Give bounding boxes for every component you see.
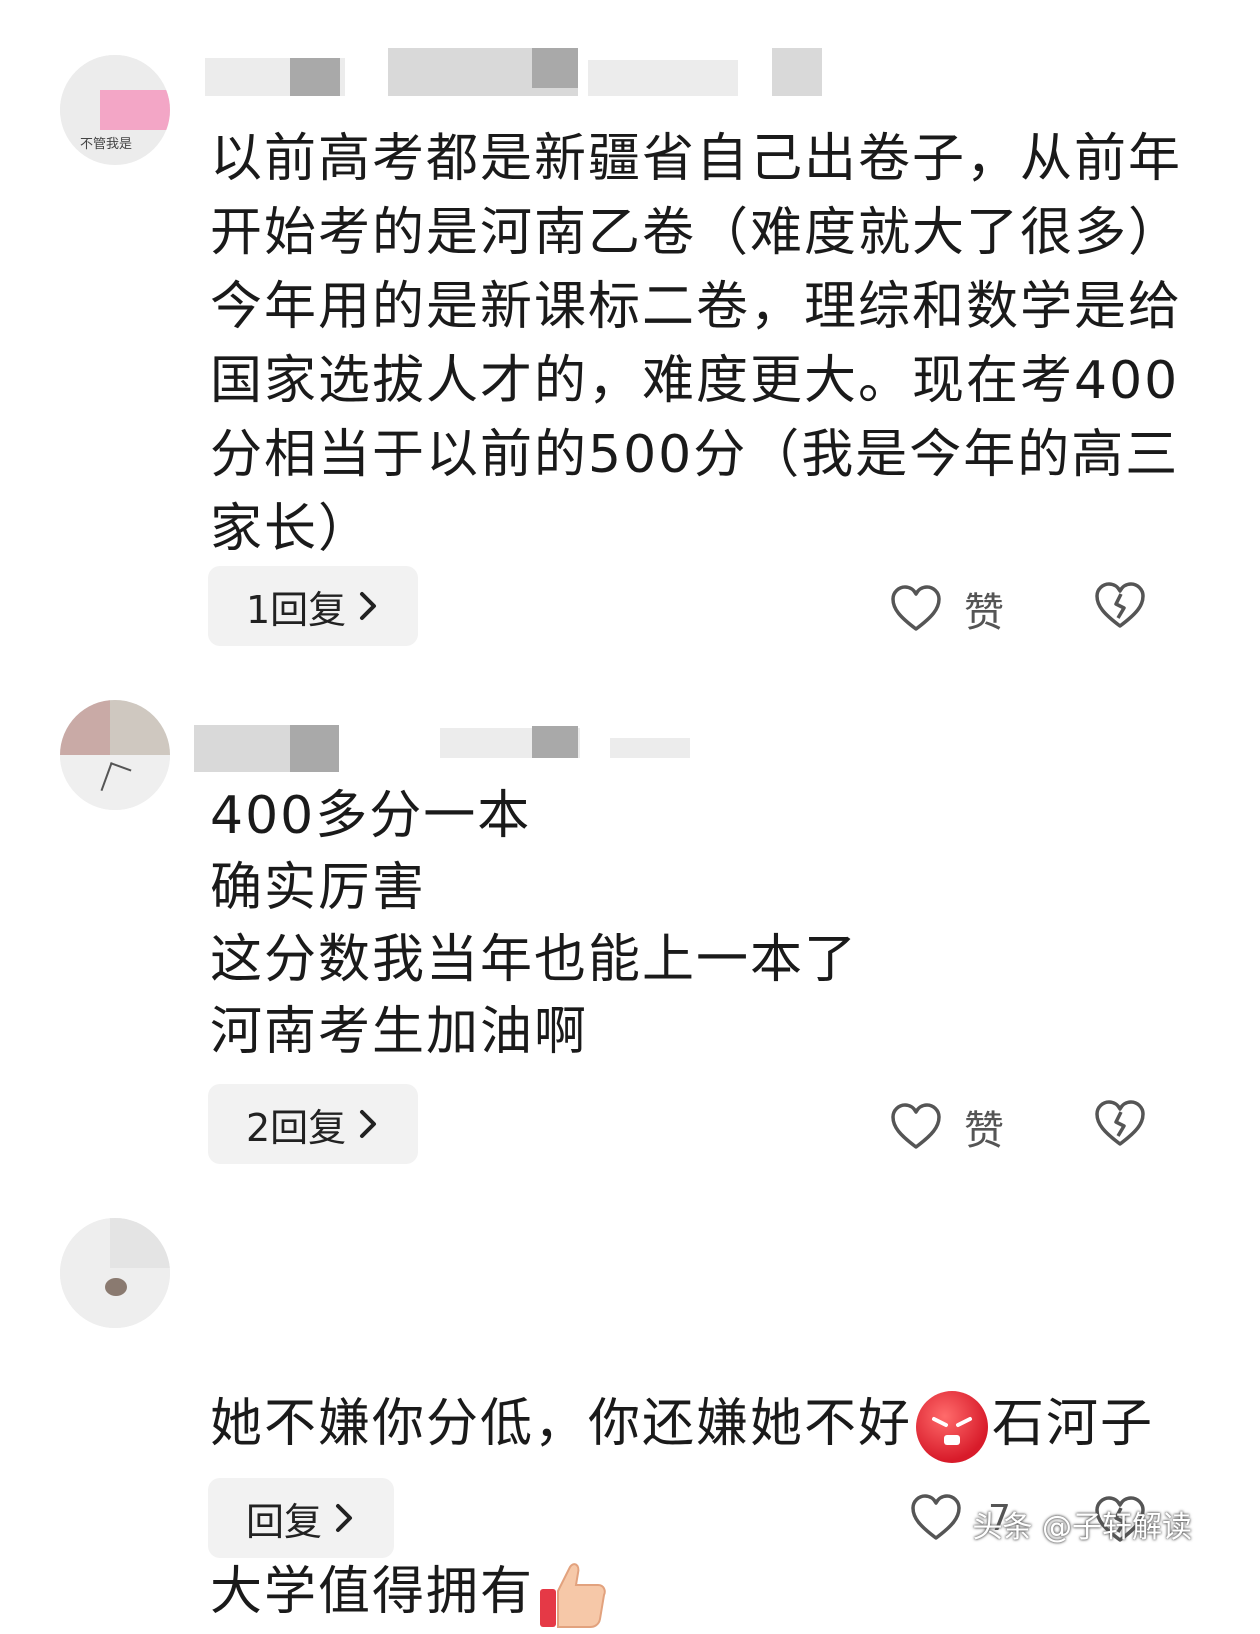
- avatar[interactable]: [60, 1218, 170, 1328]
- meta-blurred: [532, 726, 578, 758]
- username-blurred: [290, 725, 339, 772]
- like-button[interactable]: 赞: [890, 580, 1004, 638]
- broken-heart-icon[interactable]: [1094, 582, 1146, 630]
- heart-outline-icon: [891, 585, 941, 631]
- meta-blurred: [588, 60, 738, 96]
- comment-text: 她不嫌你分低，你还嫌她不好 石河子 大学值得拥有: [210, 1298, 1190, 1634]
- avatar[interactable]: 不管我是: [60, 55, 170, 165]
- reply-button[interactable]: 2回复: [208, 1084, 419, 1164]
- meta-blurred: [610, 738, 690, 758]
- like-label: 赞: [964, 1108, 1004, 1154]
- like-label: 赞: [964, 590, 1004, 636]
- chevron-right-icon: [360, 592, 377, 620]
- reply-label: 回复: [246, 1499, 323, 1544]
- watermark: 头条 @子轩解读: [972, 1510, 1192, 1545]
- reply-label: 1回复: [246, 587, 347, 632]
- angry-face-emoji: [916, 1391, 989, 1463]
- broken-heart-icon[interactable]: [1094, 1100, 1146, 1148]
- like-button[interactable]: 赞: [890, 1098, 1004, 1156]
- chevron-right-icon: [360, 1110, 377, 1138]
- avatar-caption: 不管我是: [80, 137, 133, 152]
- comment-text-part: 石河子: [992, 1394, 1155, 1454]
- heart-outline-icon: [891, 1103, 941, 1149]
- avatar[interactable]: [60, 700, 170, 810]
- heart-outline-icon: [911, 1494, 961, 1540]
- comment-text-part: 她不嫌你分低，你还嫌她不好: [210, 1394, 913, 1454]
- comment-text: 400多分一本 确实厉害 这分数我当年也能上一本了 河南考生加油啊: [210, 786, 859, 1062]
- chevron-right-icon: [336, 1504, 353, 1532]
- reply-button[interactable]: 回复: [208, 1478, 395, 1558]
- thumbs-up-emoji: [540, 1563, 606, 1628]
- reply-button[interactable]: 1回复: [208, 566, 419, 646]
- meta-blurred: [532, 48, 578, 88]
- username-blurred: [290, 58, 340, 96]
- reply-label: 2回复: [246, 1105, 347, 1150]
- meta-blurred: [772, 48, 822, 96]
- comment-text-part: 大学值得拥有: [210, 1562, 535, 1622]
- comment-text: 以前高考都是新疆省自己出卷子，从前年开始考的是河南乙卷（难度就大了很多）今年用的…: [210, 129, 1183, 559]
